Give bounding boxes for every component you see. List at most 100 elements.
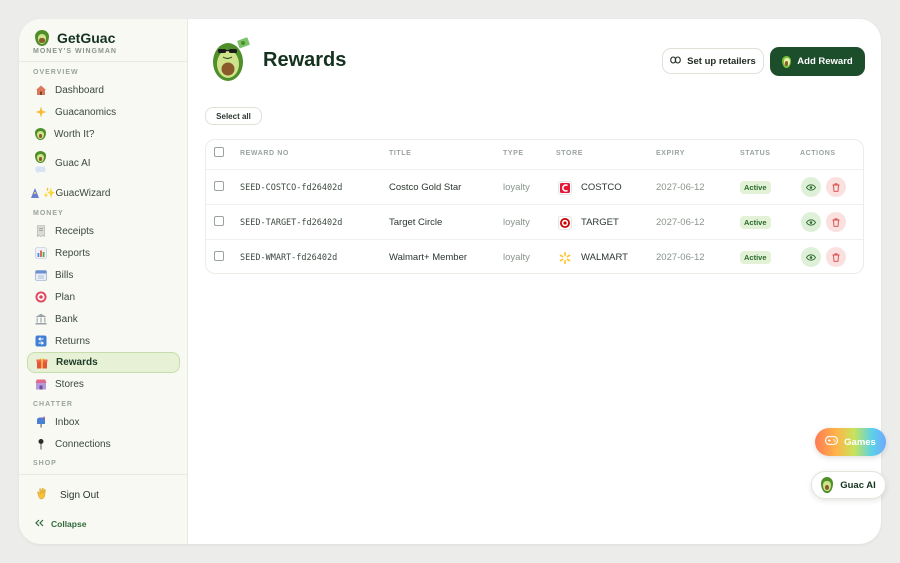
avocado-icon: [821, 477, 834, 493]
wizard-icon: [29, 187, 41, 199]
column-header-title: TITLE: [389, 150, 412, 157]
reward-title: Walmart+ Member: [389, 252, 468, 263]
sidebar-item-label: Worth It?: [54, 128, 95, 140]
sidebar-item-label: Stores: [55, 378, 84, 390]
sidebar-item-receipts[interactable]: Receipts: [27, 221, 180, 241]
view-button[interactable]: [801, 212, 821, 232]
avocado-chat-icon: [35, 151, 47, 175]
view-button[interactable]: [801, 177, 821, 197]
brand-tagline: MONEY'S WINGMAN: [33, 48, 117, 55]
status-badge: Active: [740, 216, 771, 229]
column-header-status: STATUS: [740, 150, 771, 157]
eye-icon: [806, 183, 816, 191]
brand[interactable]: GetGuac: [35, 27, 115, 49]
row-checkbox[interactable]: [214, 181, 224, 191]
house-icon: [35, 84, 47, 96]
column-header-expiry: EXPIRY: [656, 150, 686, 157]
row-checkbox[interactable]: [214, 251, 224, 261]
reward-status: Active: [740, 205, 771, 240]
reward-store: COSTCO: [558, 170, 622, 205]
select-all-button[interactable]: Select all: [205, 107, 262, 125]
sidebar-item-bills[interactable]: Bills: [27, 265, 180, 285]
reward-expiry: 2027-06-12: [656, 182, 705, 193]
target-icon: [35, 291, 47, 303]
sign-out-button[interactable]: Sign Out: [35, 487, 99, 503]
status-badge: Active: [740, 181, 771, 194]
sidebar-item-label: Inbox: [55, 416, 80, 428]
double-chevron-left-icon: [35, 519, 44, 529]
bar-chart-icon: [35, 247, 47, 259]
link-icon: [670, 55, 682, 67]
sidebar-item-label: Reports: [55, 247, 91, 259]
costco-logo-icon: [558, 180, 572, 195]
sidebar-item-worth-it[interactable]: Worth It?: [27, 124, 180, 144]
row-checkbox[interactable]: [214, 216, 224, 226]
collapse-label: Collapse: [51, 519, 87, 529]
store-name: WALMART: [581, 252, 628, 263]
column-header-actions: ACTIONS: [800, 150, 836, 157]
sidebar-item-guacanomics[interactable]: Guacanomics: [27, 102, 180, 122]
reward-type: loyalty: [503, 182, 530, 193]
sidebar-item-label: Connections: [55, 438, 111, 450]
gamepad-icon: [825, 436, 839, 448]
add-reward-button[interactable]: Add Reward: [770, 47, 865, 76]
reward-number: SEED-TARGET-fd26402d: [240, 217, 343, 228]
set-up-retailers-label: Set up retailers: [687, 55, 756, 67]
reward-type: loyalty: [503, 217, 530, 228]
sidebar-item-label: Plan: [55, 291, 76, 303]
sidebar-item-label: Guac AI: [55, 157, 91, 169]
sidebar-item-label: Receipts: [55, 225, 94, 237]
avocado-logo-icon: [35, 30, 49, 46]
view-button[interactable]: [801, 247, 821, 267]
reward-store: TARGET: [558, 205, 619, 240]
delete-button[interactable]: [826, 177, 846, 197]
table-row[interactable]: SEED-COSTCO-fd26402d Costco Gold Star lo…: [206, 169, 863, 204]
eye-icon: [806, 253, 816, 261]
eye-icon: [806, 218, 816, 226]
status-badge: Active: [740, 251, 771, 264]
sidebar-item-label: ✨GuacWizard: [43, 187, 111, 199]
reward-expiry: 2027-06-12: [656, 252, 705, 263]
set-up-retailers-button[interactable]: Set up retailers: [662, 48, 764, 74]
delete-button[interactable]: [826, 247, 846, 267]
sidebar-item-stores[interactable]: Stores: [27, 374, 180, 394]
avocado-mascot-icon: [210, 33, 252, 83]
divider: [19, 61, 188, 62]
receipt-icon: [35, 225, 47, 238]
sidebar-item-connections[interactable]: Connections: [27, 434, 180, 454]
sidebar-item-guac-ai[interactable]: Guac AI: [27, 148, 180, 178]
pin-icon: [35, 438, 47, 450]
table-row[interactable]: SEED-TARGET-fd26402d Target Circle loyal…: [206, 204, 863, 239]
sidebar-item-rewards[interactable]: Rewards: [27, 352, 180, 373]
sidebar-item-label: Bills: [55, 269, 74, 281]
sidebar-item-plan[interactable]: Plan: [27, 287, 180, 307]
avocado-icon: [35, 128, 46, 140]
games-button[interactable]: Games: [815, 428, 886, 456]
table-row[interactable]: SEED-WMART-fd26402d Walmart+ Member loya…: [206, 239, 863, 274]
trash-icon: [832, 252, 840, 262]
sidebar-item-bank[interactable]: Bank: [27, 309, 180, 329]
sidebar-item-guacwizard[interactable]: ✨GuacWizard: [21, 183, 174, 203]
sidebar-item-inbox[interactable]: Inbox: [27, 412, 180, 432]
mailbox-icon: [35, 416, 47, 428]
rewards-table: REWARD NO TITLE TYPE STORE EXPIRY STATUS…: [205, 139, 864, 274]
collapse-button[interactable]: Collapse: [35, 519, 86, 529]
delete-button[interactable]: [826, 212, 846, 232]
gift-icon: [36, 357, 48, 369]
column-header-store: STORE: [556, 150, 583, 157]
sign-out-label: Sign Out: [60, 489, 99, 501]
guac-ai-button[interactable]: Guac AI: [811, 471, 886, 499]
trash-icon: [832, 182, 840, 192]
walmart-spark-icon: [558, 251, 572, 265]
sidebar-item-dashboard[interactable]: Dashboard: [27, 80, 180, 100]
section-label-chatter: CHATTER: [33, 401, 73, 408]
reward-number: SEED-COSTCO-fd26402d: [240, 182, 343, 193]
main-content: Rewards Set up retailers Add Reward Sele…: [188, 19, 881, 544]
sidebar-item-reports[interactable]: Reports: [27, 243, 180, 263]
target-logo-icon: [558, 215, 572, 230]
select-all-checkbox[interactable]: [214, 147, 224, 157]
page-title: Rewards: [263, 49, 347, 71]
reward-type: loyalty: [503, 252, 530, 263]
sidebar-item-returns[interactable]: Returns: [27, 331, 180, 351]
store-icon: [35, 378, 47, 390]
